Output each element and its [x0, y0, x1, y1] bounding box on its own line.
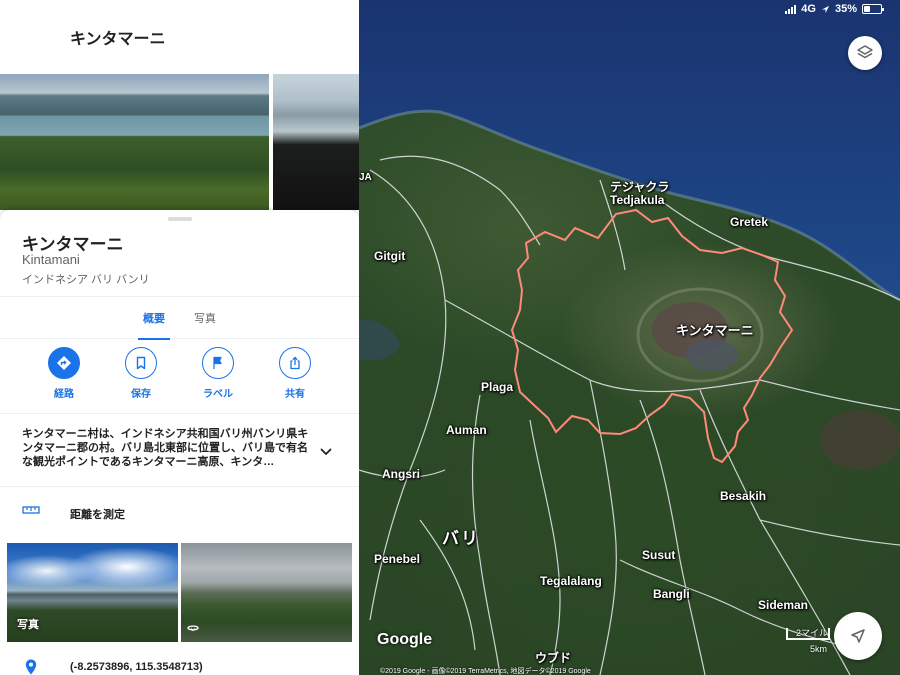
map-label-penebel[interactable]: Penebel [374, 552, 420, 566]
label-circle [202, 347, 234, 379]
chevron-down-icon [320, 448, 332, 455]
directions-icon [57, 356, 71, 370]
street-view-thumbnail[interactable] [181, 543, 352, 642]
map-scale: 2マイル 5km [786, 628, 830, 654]
bookmark-icon [136, 356, 146, 370]
header-title: キンタマーニ [70, 31, 166, 48]
label-button[interactable]: ラベル [188, 347, 248, 400]
my-location-button[interactable] [834, 612, 882, 660]
network-type: 4G [801, 3, 816, 15]
map-label-tegalalang[interactable]: Tegalalang [540, 574, 602, 588]
status-bar: 4G 35% [785, 3, 884, 15]
signal-icon [785, 4, 797, 14]
battery-fill [864, 6, 870, 12]
google-logo: Google [377, 631, 433, 648]
map-label-kintamani[interactable]: キンタマーニ [676, 320, 754, 339]
place-panel: キンタマーニ キンタマーニ Kintamani インドネシア バリ バンリ 概要… [0, 0, 359, 675]
panorama-icon [187, 625, 199, 632]
place-sheet: キンタマーニ Kintamani インドネシア バリ バンリ 概要 写真 経路 [0, 210, 359, 675]
directions-circle [48, 347, 80, 379]
tabs: 概要 写真 [0, 296, 359, 340]
coordinates-value: (-8.2573896, 115.3548713) [70, 661, 203, 673]
map-label-besakih[interactable]: Besakih [720, 489, 766, 503]
location-pin-icon [25, 659, 37, 675]
measure-distance-label: 距離を測定 [70, 509, 125, 521]
map-label-sideman[interactable]: Sideman [758, 598, 808, 612]
share-icon [290, 356, 300, 370]
share-label: 共有 [285, 389, 305, 400]
save-label: 保存 [131, 389, 151, 400]
directions-button[interactable]: 経路 [34, 347, 94, 400]
photo-strip[interactable] [0, 74, 359, 210]
map-attribution: ©2019 Google - 画像©2019 TerraMetrics, 地図デ… [380, 668, 591, 675]
place-photo[interactable] [273, 74, 359, 210]
photos-caption: 写真 [17, 619, 39, 631]
scale-bar: 2マイル [786, 628, 830, 640]
share-button[interactable]: 共有 [265, 347, 325, 400]
navigation-arrow-icon [851, 629, 865, 643]
scale-km: 5km [809, 644, 827, 654]
map-label-bangli[interactable]: Bangli [653, 587, 690, 601]
save-button[interactable]: 保存 [111, 347, 171, 400]
map-label-susut[interactable]: Susut [642, 548, 675, 562]
map-label-angsri[interactable]: Angsri [382, 467, 420, 481]
map-label-ja[interactable]: JA [359, 172, 372, 183]
map-label-tedjakula[interactable]: Tedjakula [610, 193, 664, 207]
photo-grid: 写真 [0, 543, 359, 643]
battery-icon [862, 4, 884, 14]
coordinates-row[interactable]: (-8.2573896, 115.3548713) [0, 658, 359, 675]
tab-overview[interactable]: 概要 [134, 297, 174, 340]
measure-distance-row[interactable]: 距離を測定 [0, 495, 359, 529]
tab-photos[interactable]: 写真 [188, 297, 222, 339]
battery-percent: 35% [834, 3, 857, 15]
location-arrow-icon [821, 5, 830, 13]
drag-handle[interactable] [168, 217, 192, 221]
place-photo[interactable] [0, 74, 269, 210]
map-label-auman[interactable]: Auman [446, 423, 487, 437]
flag-icon [213, 356, 222, 369]
share-circle [279, 347, 311, 379]
map-label-gitgit[interactable]: Gitgit [374, 249, 405, 263]
label-label: ラベル [203, 389, 233, 400]
ruler-icon [22, 506, 40, 514]
map-label-gretek[interactable]: Gretek [730, 215, 768, 229]
expand-button[interactable] [318, 444, 334, 460]
map-label-ubud[interactable]: ウブド [535, 649, 571, 666]
layers-button[interactable] [848, 36, 882, 70]
action-row: 経路 保存 ラベル 共有 [0, 347, 359, 415]
panel-header: キンタマーニ [0, 0, 359, 74]
place-description: キンタマーニ村は、インドネシア共和国バリ州バンリ県キンタマーニ郡の村。バリ島北東… [22, 428, 309, 468]
map-label-bali[interactable]: バリ [442, 524, 480, 549]
description-section[interactable]: キンタマーニ村は、インドネシア共和国バリ州バンリ県キンタマーニ郡の村。バリ島北東… [0, 413, 359, 487]
place-address: インドネシア バリ バンリ [22, 274, 150, 286]
photos-thumbnail[interactable]: 写真 [7, 543, 178, 642]
scale-miles: 2マイル [795, 628, 828, 638]
map-label-plaga[interactable]: Plaga [481, 380, 513, 394]
directions-label: 経路 [54, 389, 74, 400]
layers-icon [857, 45, 873, 59]
place-romanized-name: Kintamani [22, 252, 80, 267]
save-circle [125, 347, 157, 379]
